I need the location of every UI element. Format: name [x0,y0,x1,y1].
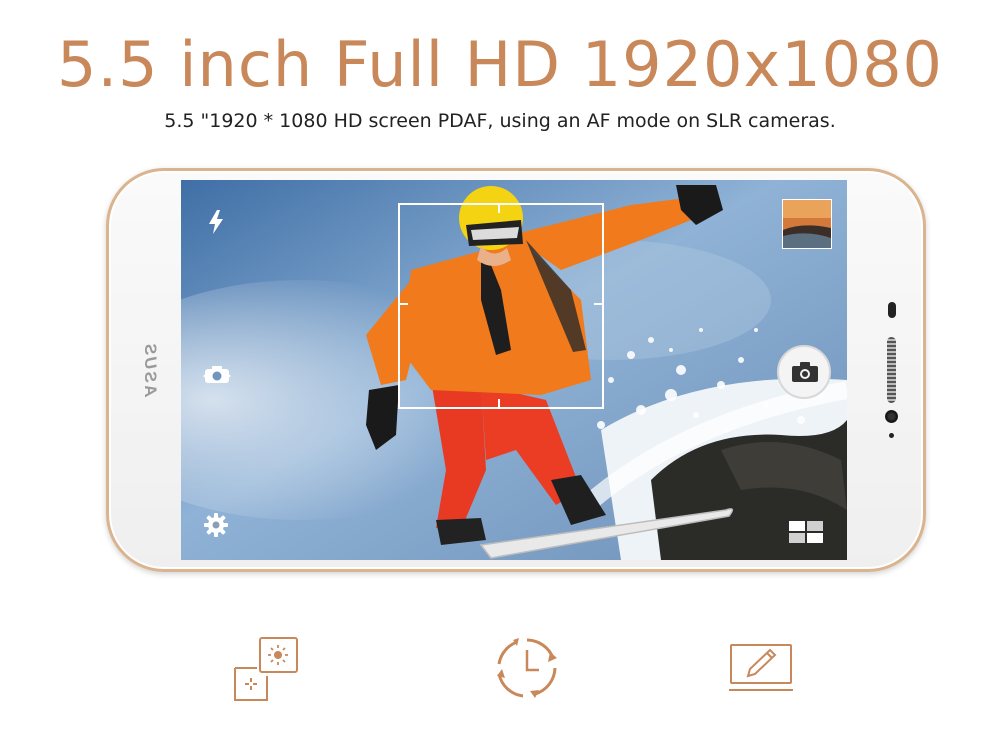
pdaf-focus-icon [234,637,298,701]
fast-capture-clock-icon [497,638,557,698]
page-title: 5.5 inch Full HD 1920x1080 [57,28,943,101]
page-subtitle: 5.5 "1920 * 1080 HD screen PDAF, using a… [164,110,836,132]
gallery-thumbnail[interactable] [782,199,832,249]
shutter-button[interactable] [777,345,831,399]
speaker-grille [887,337,896,403]
camera-viewfinder[interactable] [181,180,847,560]
flash-icon[interactable] [205,208,227,236]
screen-edit-icon [729,644,793,691]
focus-frame [398,203,604,409]
mode-grid-icon[interactable] [789,521,823,543]
front-camera [885,410,898,423]
proximity-sensor [888,302,896,318]
camera-icon [792,362,818,382]
light-sensor [889,433,894,438]
settings-icon[interactable] [203,512,229,538]
switch-camera-icon[interactable] [201,363,233,387]
brand-logo: ASUS [141,341,160,397]
